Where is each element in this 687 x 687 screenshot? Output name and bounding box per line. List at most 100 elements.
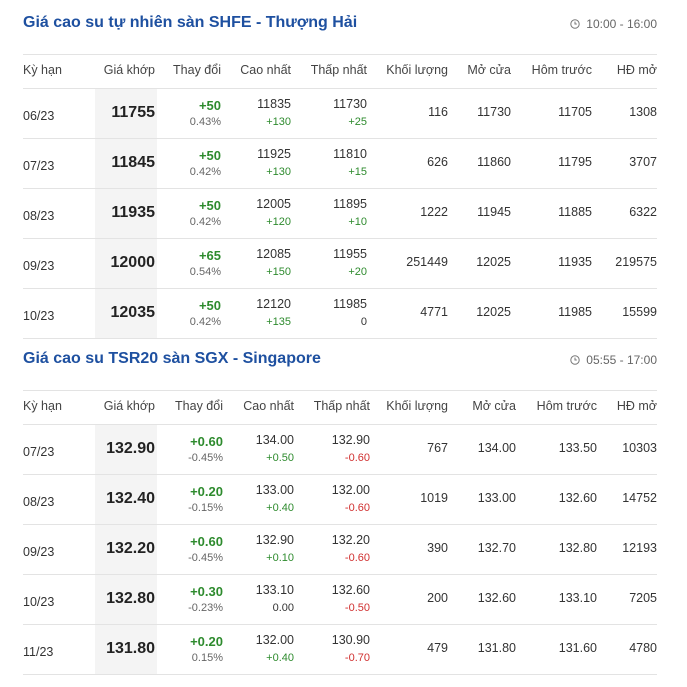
high-cell: 12085 <box>256 247 291 261</box>
trading-hours: 10:00 - 16:00 <box>570 17 657 31</box>
column-header: Khối lượng <box>386 63 448 77</box>
low-change-cell: -0.60 <box>344 552 370 564</box>
change-pct-cell: 0.15% <box>191 652 223 664</box>
low-cell: 11955 <box>333 247 367 261</box>
high-cell: 132.00 <box>255 633 294 647</box>
change-cell: +0.60 <box>190 534 223 549</box>
change-pct-cell: -0.45% <box>188 452 223 464</box>
high-cell: 132.90 <box>255 533 294 547</box>
low-change-cell: -0.70 <box>344 652 370 664</box>
column-header: Cao nhất <box>240 63 291 77</box>
high-cell: 12005 <box>256 197 291 211</box>
clock-icon <box>570 19 580 29</box>
shfe-section: Giá cao su tự nhiên sàn SHFE - Thượng Hả… <box>0 8 687 339</box>
term-cell: 09/23 <box>23 545 55 559</box>
prev-close-cell: 131.60 <box>558 641 597 655</box>
change-pct-cell: 0.42% <box>189 166 221 178</box>
change-cell: +0.30 <box>190 584 223 599</box>
change-cell: +50 <box>198 198 221 213</box>
price-cell: 11845 <box>111 154 155 171</box>
change-cell: +0.20 <box>190 484 223 499</box>
volume-cell: 626 <box>427 155 448 169</box>
open-cell: 11945 <box>477 205 511 219</box>
high-cell: 12120 <box>256 297 291 311</box>
prev-close-cell: 132.80 <box>558 541 597 555</box>
high-change-cell: +135 <box>266 316 291 328</box>
open-cell: 131.80 <box>477 641 516 655</box>
price-cell: 132.40 <box>106 490 155 507</box>
column-header: Thay đổi <box>173 63 221 77</box>
term-cell: 07/23 <box>23 445 55 459</box>
high-cell: 133.00 <box>255 483 294 497</box>
open-cell: 11860 <box>477 155 511 169</box>
low-cell: 132.00 <box>331 483 370 497</box>
open-interest-cell: 1308 <box>629 105 657 119</box>
high-cell: 11925 <box>257 147 291 161</box>
term-cell: 10/23 <box>23 595 55 609</box>
open-interest-cell: 7205 <box>629 591 657 605</box>
open-cell: 133.00 <box>477 491 516 505</box>
price-cell: 12035 <box>110 304 156 321</box>
open-interest-cell: 6322 <box>629 205 657 219</box>
low-cell: 132.90 <box>331 433 370 447</box>
volume-cell: 767 <box>427 441 448 455</box>
volume-cell: 251449 <box>406 255 448 269</box>
volume-cell: 1222 <box>420 205 448 219</box>
low-cell: 132.20 <box>331 533 370 547</box>
column-header: Giá khớp <box>103 63 155 77</box>
term-cell: 08/23 <box>23 209 55 223</box>
low-cell: 11730 <box>333 97 367 111</box>
prev-close-cell: 11935 <box>558 255 592 269</box>
trading-hours-text: 10:00 - 16:00 <box>586 17 657 31</box>
prev-close-cell: 11985 <box>558 305 592 319</box>
low-change-cell: -0.60 <box>344 452 370 464</box>
volume-cell: 1019 <box>420 491 448 505</box>
prev-close-cell: 132.60 <box>558 491 597 505</box>
prev-close-cell: 11795 <box>558 155 592 169</box>
column-header: Thấp nhất <box>310 63 367 77</box>
change-pct-cell: 0.42% <box>189 316 221 328</box>
open-interest-cell: 4780 <box>629 641 657 655</box>
change-pct-cell: -0.45% <box>188 552 223 564</box>
high-change-cell: +0.50 <box>266 452 294 464</box>
prev-close-cell: 11705 <box>558 105 592 119</box>
divider <box>23 54 657 55</box>
low-change-cell: +15 <box>348 166 367 178</box>
section-header: Giá cao su tự nhiên sàn SHFE - Thượng Hả… <box>0 8 687 42</box>
low-cell: 11810 <box>333 147 367 161</box>
prev-close-cell: 11885 <box>558 205 592 219</box>
section-header: Giá cao su TSR20 sàn SGX - Singapore 05:… <box>0 344 687 378</box>
price-cell: 11935 <box>111 204 155 221</box>
volume-cell: 479 <box>427 641 448 655</box>
high-cell: 11835 <box>257 97 291 111</box>
column-header: Thấp nhất <box>313 399 370 413</box>
column-header: HĐ mở <box>616 399 657 413</box>
open-cell: 11730 <box>477 105 511 119</box>
column-header: Khối lượng <box>386 399 448 413</box>
open-interest-cell: 3707 <box>629 155 657 169</box>
change-cell: +50 <box>198 148 221 163</box>
change-pct-cell: -0.15% <box>188 502 223 514</box>
price-cell: 132.80 <box>106 590 155 607</box>
open-cell: 134.00 <box>477 441 516 455</box>
change-pct-cell: 0.43% <box>189 116 221 128</box>
column-header: Hôm trước <box>531 63 592 77</box>
column-header: Kỳ hạn <box>23 63 62 77</box>
high-change-cell: +130 <box>266 116 291 128</box>
prev-close-cell: 133.10 <box>558 591 597 605</box>
column-header: HĐ mở <box>616 63 657 77</box>
low-change-cell: -0.50 <box>344 602 370 614</box>
open-interest-cell: 12193 <box>622 541 657 555</box>
change-cell: +0.20 <box>190 634 223 649</box>
column-header: Cao nhất <box>243 399 294 413</box>
term-cell: 11/23 <box>23 645 54 659</box>
volume-cell: 116 <box>428 105 448 119</box>
high-cell: 133.10 <box>255 583 294 597</box>
high-change-cell: +120 <box>266 216 291 228</box>
column-header: Thay đổi <box>175 399 223 413</box>
clock-icon <box>570 355 580 365</box>
column-header: Mở cửa <box>467 63 511 77</box>
price-cell: 12000 <box>110 254 156 271</box>
sgx-section: Giá cao su TSR20 sàn SGX - Singapore 05:… <box>0 344 687 675</box>
low-cell: 11985 <box>333 297 367 311</box>
